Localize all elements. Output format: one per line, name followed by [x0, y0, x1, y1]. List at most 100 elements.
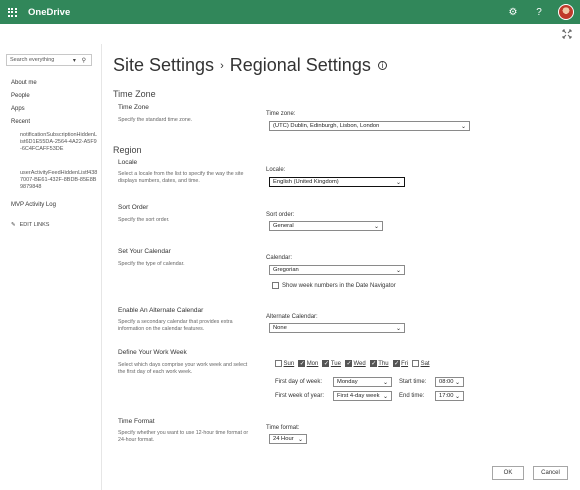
sort-order-value: General — [273, 223, 294, 229]
day-sun[interactable]: Sun — [275, 360, 294, 367]
end-time-select[interactable]: 17:00 ⌄ — [435, 391, 464, 401]
day-sat-checkbox[interactable] — [412, 360, 420, 367]
chevron-down-icon: ⌄ — [454, 379, 460, 386]
calendar-value: Gregorian — [273, 267, 299, 273]
avatar[interactable] — [558, 4, 574, 20]
calendar-select[interactable]: Gregorian ⌄ — [269, 265, 405, 275]
day-thu-label: Thu — [378, 360, 389, 367]
suite-bar: OneDrive ⚙ ? — [0, 0, 580, 24]
cancel-button[interactable]: Cancel — [533, 466, 568, 480]
start-time-value: 08:00 — [439, 379, 454, 385]
search-icon[interactable]: ▾ ⚲ — [73, 57, 88, 64]
time-zone-label: Time zone: — [266, 111, 296, 117]
first-day-value: Monday — [337, 379, 358, 385]
edit-links-button[interactable]: ✎ EDIT LINKS — [11, 222, 49, 228]
time-format-value: 24 Hour — [273, 436, 294, 442]
section-title-time-zone: Time Zone — [118, 104, 149, 111]
locale-value: English (United Kingdom) — [273, 179, 339, 185]
day-sat-label: Sat — [420, 360, 430, 367]
first-day-select[interactable]: Monday ⌄ — [333, 377, 392, 387]
chevron-down-icon: ⌄ — [454, 393, 460, 400]
breadcrumb-regional-settings: Regional Settings — [229, 55, 371, 75]
day-fri[interactable]: Fri — [392, 360, 409, 367]
chevron-down-icon: ⌄ — [395, 325, 401, 332]
sort-order-label: Sort order: — [266, 212, 295, 218]
chevron-down-icon: ⌄ — [297, 436, 303, 443]
section-title-work-week: Define Your Work Week — [118, 349, 187, 356]
first-day-label: First day of week: — [275, 379, 323, 385]
search-box[interactable]: Search everything ▾ ⚲ — [6, 54, 92, 66]
nav-item-people[interactable]: People — [11, 93, 30, 101]
chevron-down-icon: ⌄ — [395, 267, 401, 274]
section-title-sort-order: Sort Order — [118, 204, 149, 211]
day-thu-checkbox[interactable] — [369, 360, 377, 367]
day-mon-checkbox[interactable] — [298, 360, 306, 367]
day-wed[interactable]: Wed — [344, 360, 366, 367]
info-icon[interactable]: i — [377, 61, 387, 70]
end-time-label: End time: — [399, 393, 425, 399]
time-zone-select[interactable]: (UTC) Dublin, Edinburgh, Lisbon, London ⌄ — [269, 121, 470, 131]
day-wed-checkbox[interactable] — [344, 360, 352, 367]
search-input[interactable]: Search everything — [10, 57, 73, 63]
edit-links-label: EDIT LINKS — [19, 222, 50, 228]
nav-item-apps[interactable]: Apps — [11, 106, 25, 114]
alternate-calendar-label: Alternate Calendar: — [266, 314, 318, 320]
day-sun-checkbox[interactable] — [275, 360, 282, 367]
day-thu[interactable]: Thu — [369, 360, 389, 367]
nav-item-about-me[interactable]: About me — [11, 80, 37, 88]
chevron-down-icon: ⌄ — [382, 393, 388, 400]
section-desc-calendar: Specify the type of calendar. — [118, 261, 185, 267]
recent-item-notification-list[interactable]: notificationSubscriptionHiddenList6D1E55… — [20, 132, 98, 154]
alternate-calendar-value: None — [273, 325, 287, 331]
day-wed-label: Wed — [353, 360, 366, 367]
focus-mode-icon[interactable] — [562, 29, 572, 41]
help-icon[interactable]: ? — [532, 7, 546, 18]
day-mon[interactable]: Mon — [298, 360, 318, 367]
nav-item-mvp-activity-log[interactable]: MVP Activity Log — [11, 202, 56, 210]
work-week-days: Sun Mon Tue Wed Thu Fri Sat — [275, 360, 430, 367]
day-fri-label: Fri — [401, 360, 409, 367]
week-numbers-option[interactable]: Show week numbers in the Date Navigator — [272, 282, 396, 289]
first-week-label: First week of year: — [275, 393, 325, 399]
day-fri-checkbox[interactable] — [392, 360, 400, 367]
day-tue-checkbox[interactable] — [322, 360, 330, 367]
section-title-time-format: Time Format — [118, 418, 155, 425]
locale-label: Locale: — [266, 167, 286, 173]
group-title-time-zone: Time Zone — [113, 89, 156, 99]
start-time-label: Start time: — [399, 379, 427, 385]
day-tue-label: Tue — [330, 360, 341, 367]
calendar-label: Calendar: — [266, 255, 293, 261]
first-week-select[interactable]: First 4-day week ⌄ — [333, 391, 392, 401]
group-title-region: Region — [113, 145, 142, 155]
time-zone-value: (UTC) Dublin, Edinburgh, Lisbon, London — [273, 123, 380, 129]
nav-item-recent[interactable]: Recent — [11, 119, 30, 127]
app-launcher-icon[interactable] — [0, 0, 24, 24]
section-title-alternate-calendar: Enable An Alternate Calendar — [118, 307, 204, 314]
chevron-down-icon: ⌄ — [373, 223, 379, 230]
time-format-select[interactable]: 24 Hour ⌄ — [269, 434, 307, 444]
week-numbers-label: Show week numbers in the Date Navigator — [282, 282, 396, 289]
section-desc-sort-order: Specify the sort order. — [118, 217, 170, 223]
day-mon-label: Mon — [306, 360, 319, 367]
sort-order-select[interactable]: General ⌄ — [269, 221, 383, 231]
page-title: Site Settings › Regional Settings i — [113, 55, 387, 76]
day-sat[interactable]: Sat — [412, 360, 430, 367]
chevron-down-icon: ⌄ — [382, 379, 388, 386]
alternate-calendar-select[interactable]: None ⌄ — [269, 323, 405, 333]
locale-select[interactable]: English (United Kingdom) ⌄ — [269, 177, 405, 187]
left-navigation: Search everything ▾ ⚲ About me People Ap… — [0, 44, 102, 490]
day-sun-label: Sun — [283, 360, 295, 367]
gear-icon[interactable]: ⚙ — [506, 7, 520, 18]
pencil-icon: ✎ — [11, 222, 16, 228]
start-time-select[interactable]: 08:00 ⌄ — [435, 377, 464, 387]
recent-item-activity-feed-list[interactable]: userActivityFeedHiddenListf4387007-BE61-… — [20, 170, 98, 192]
brand-title[interactable]: OneDrive — [28, 7, 70, 18]
breadcrumb-site-settings[interactable]: Site Settings — [113, 55, 214, 76]
section-desc-alternate-calendar: Specify a secondary calendar that provid… — [118, 319, 233, 332]
section-desc-work-week: Select which days comprise your work wee… — [118, 362, 248, 375]
breadcrumb-separator: › — [220, 59, 224, 72]
ok-button[interactable]: OK — [492, 466, 524, 480]
day-tue[interactable]: Tue — [322, 360, 341, 367]
week-numbers-checkbox[interactable] — [272, 282, 279, 289]
section-title-calendar: Set Your Calendar — [118, 248, 171, 255]
